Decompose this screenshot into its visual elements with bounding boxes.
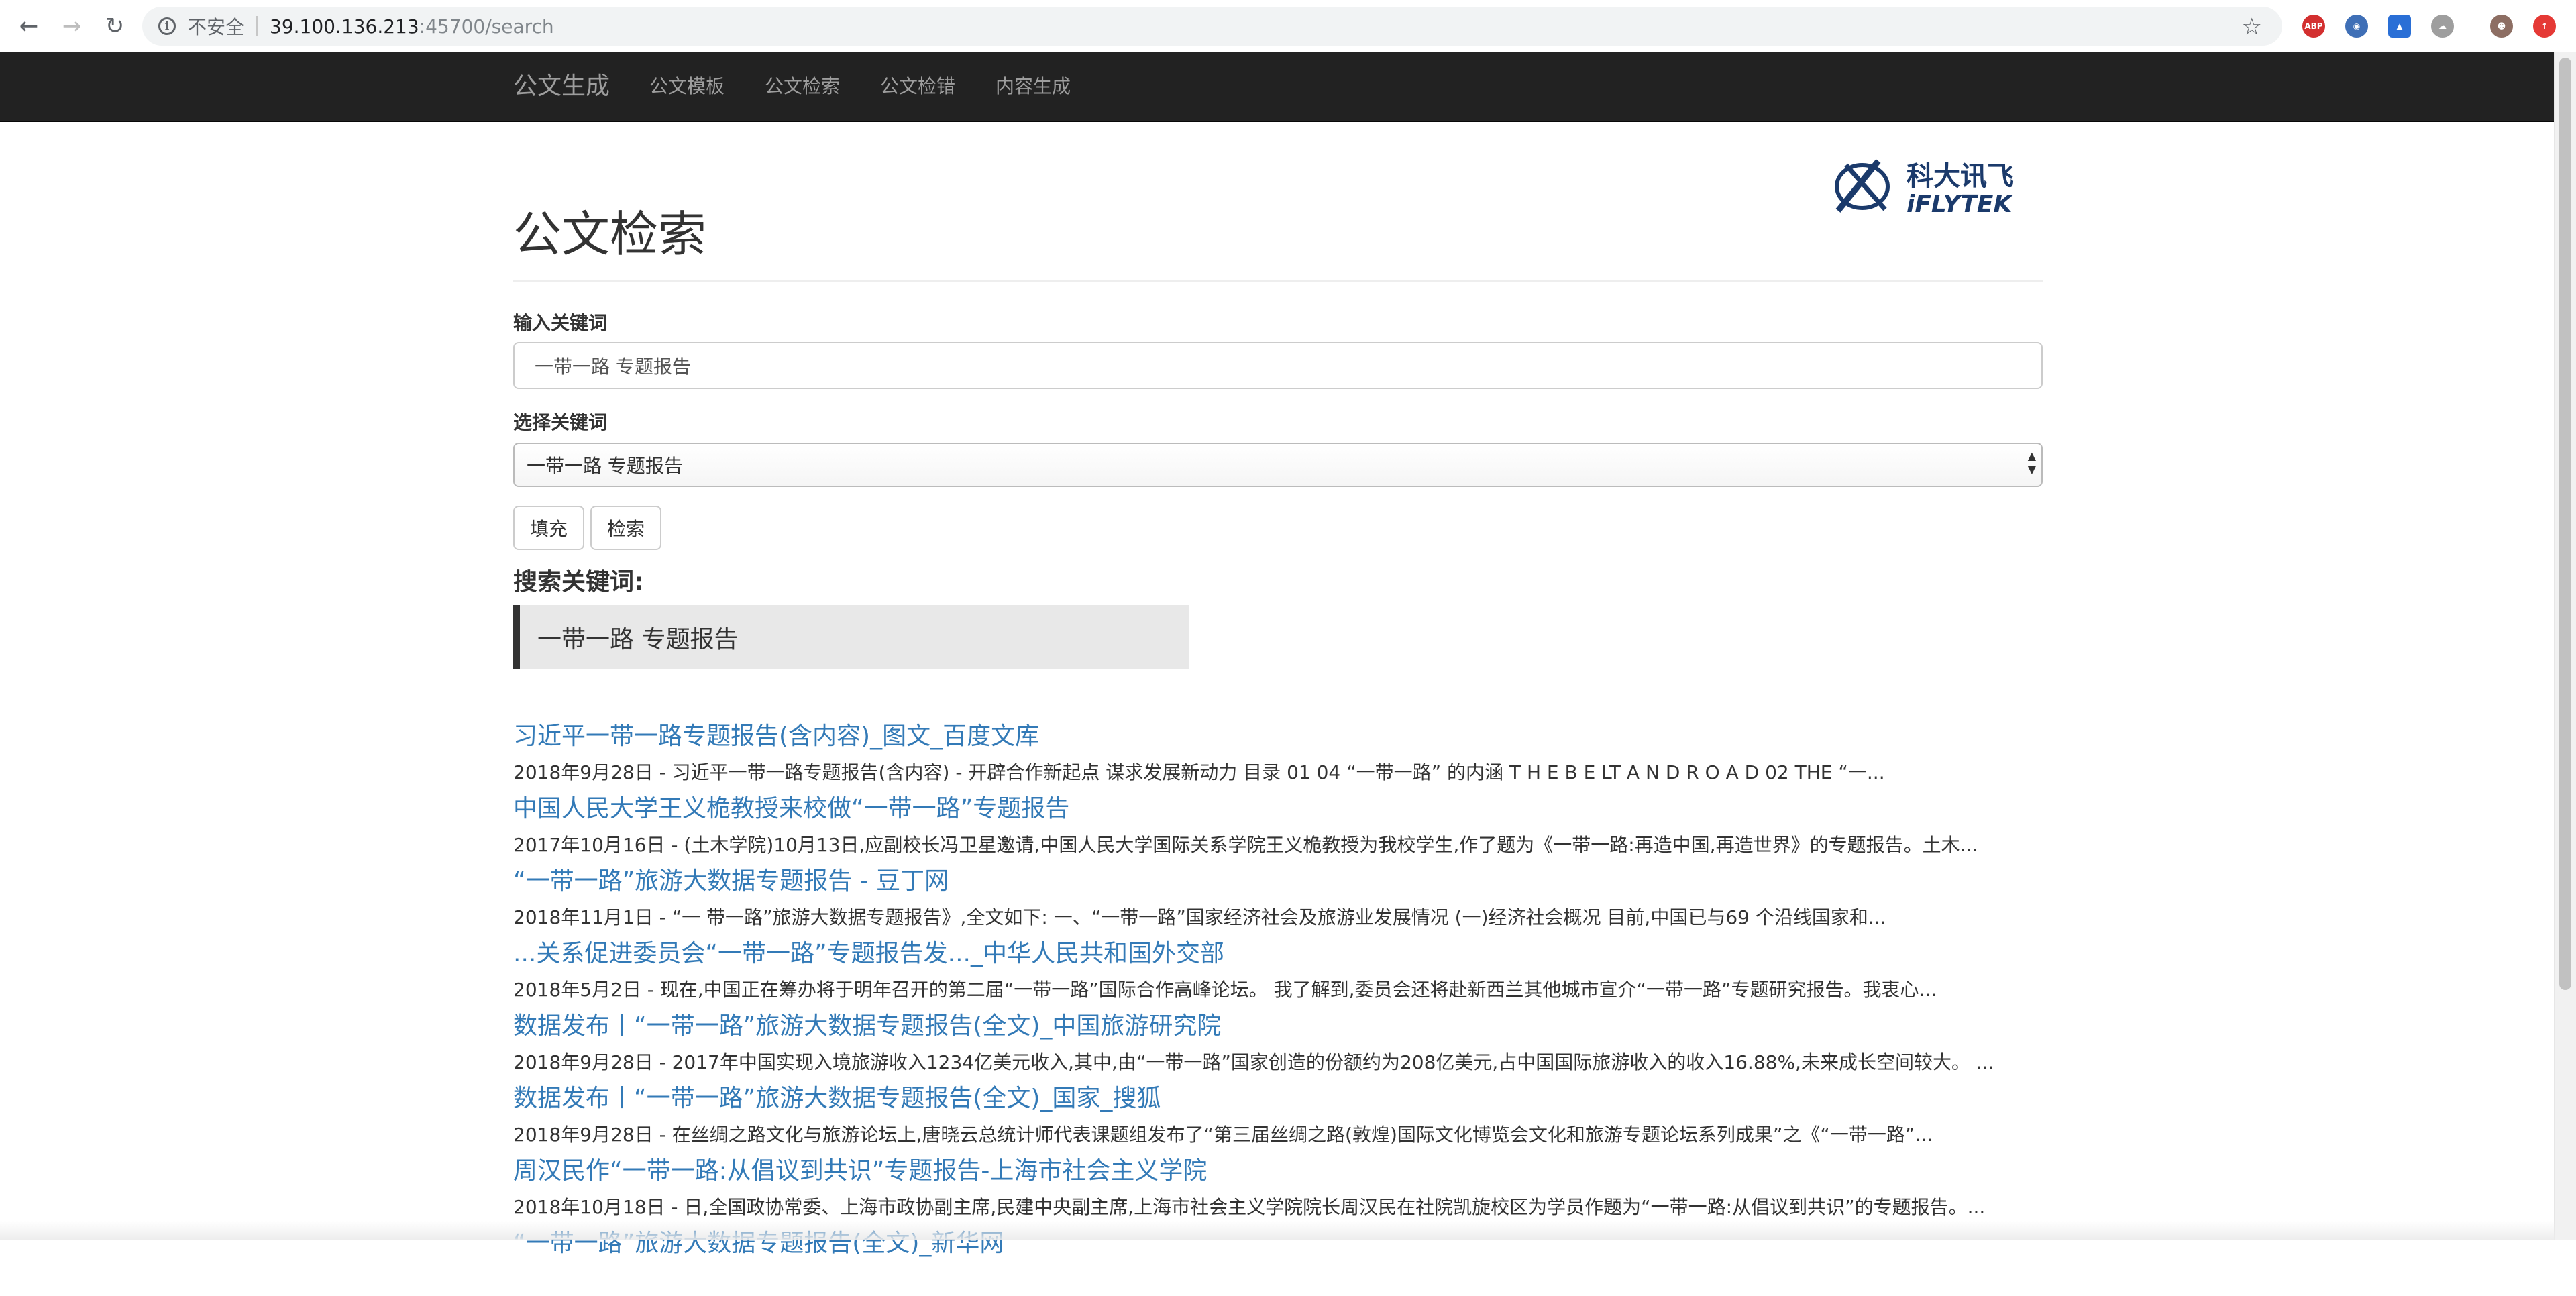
top-navbar: 公文生成 公文模板 公文检索 公文检错 内容生成	[0, 52, 2555, 122]
nav-link-templates[interactable]: 公文模板	[649, 52, 724, 121]
nav-link-search[interactable]: 公文检索	[765, 52, 840, 121]
result-snippet: 2018年10月18日 - 日,全国政协常委、上海市政协副主席,民建中央副主席,…	[513, 1196, 1986, 1218]
url-host: 39.100.136.213	[270, 15, 419, 38]
insecure-label: 不安全	[188, 16, 245, 38]
result-item: 中国人民大学王义桅教授来校做“一带一路”专题报告 2017年10月16日 - (…	[513, 789, 2056, 861]
result-item: “一带一路”旅游大数据专题报告 - 豆丁网 2018年11月1日 - “一 带一…	[513, 861, 2056, 934]
result-title-link[interactable]: 周汉民作“一带一路:从倡议到共识”专题报告-上海市社会主义学院	[513, 1151, 1207, 1186]
title-divider	[513, 280, 2043, 282]
logo-en-text: iFLYTEK	[1907, 191, 2014, 216]
adblock-extension-icon[interactable]: ABP	[2302, 15, 2325, 38]
address-separator	[256, 16, 258, 36]
keyword-input[interactable]	[513, 342, 2043, 389]
reload-icon[interactable]: ↻	[101, 12, 129, 40]
select-updown-icon: ▲ ▼	[2027, 449, 2036, 476]
result-item: 周汉民作“一带一路:从倡议到共识”专题报告-上海市社会主义学院 2018年10月…	[513, 1151, 2056, 1224]
bookmark-star-icon[interactable]: ☆	[2242, 13, 2262, 40]
result-snippet: 2018年9月28日 - 在丝绸之路文化与旅游论坛上,唐晓云总统计师代表课题组发…	[513, 1124, 1933, 1146]
keyword-select-value: 一带一路 专题报告	[527, 455, 683, 477]
result-item: ...关系促进委员会“一带一路”专题报告发..._中华人民共和国外交部 2018…	[513, 934, 2056, 1006]
url-path: :45700/search	[419, 15, 554, 38]
nav-link-proofread[interactable]: 公文检错	[880, 52, 955, 121]
graduation-cap-extension-icon[interactable]: ▲	[2388, 15, 2411, 38]
logo-cn-text: 科大讯飞	[1907, 161, 2014, 192]
navbar-brand[interactable]: 公文生成	[513, 52, 610, 121]
iflytek-logo: 科大讯飞 iFLYTEK	[1831, 156, 2043, 218]
nav-link-content-generation[interactable]: 内容生成	[996, 52, 1071, 121]
back-arrow-icon[interactable]: ←	[15, 12, 43, 40]
result-item: 习近平一带一路专题报告(含内容)_图文_百度文库 2018年9月28日 - 习近…	[513, 716, 2056, 789]
result-snippet: 2018年9月28日 - 习近平一带一路专题报告(含内容) - 开辟合作新起点 …	[513, 761, 1885, 784]
search-keyword-quote: 一带一路 专题报告	[513, 605, 1189, 669]
search-button[interactable]: 检索	[590, 506, 661, 550]
address-bar[interactable]: i 不安全 39.100.136.213:45700/search ☆	[142, 7, 2282, 46]
result-title-link[interactable]: “一带一路”旅游大数据专题报告 - 豆丁网	[513, 861, 949, 896]
cloud-extension-icon[interactable]: ☁	[2431, 15, 2454, 38]
keyword-input-label: 输入关键词	[513, 312, 608, 334]
update-alert-icon[interactable]: ↑	[2533, 15, 2556, 38]
result-snippet: 2018年11月1日 - “一 带一路”旅游大数据专题报告》,全文如下: 一、“…	[513, 906, 1886, 928]
viewport-bottom-shadow	[0, 1221, 2555, 1240]
profile-avatar[interactable]: ☻	[2490, 15, 2513, 38]
fill-button[interactable]: 填充	[513, 506, 584, 550]
result-snippet: 2018年9月28日 - 2017年中国实现入境旅游收入1234亿美元收入,其中…	[513, 1051, 1994, 1073]
info-icon[interactable]: i	[158, 17, 176, 35]
keyword-select-label: 选择关键词	[513, 411, 608, 433]
iflytek-logo-graphic: 科大讯飞 iFLYTEK	[1835, 159, 2014, 218]
result-item: 数据发布丨“一带一路”旅游大数据专题报告(全文)_国家_搜狐 2018年9月28…	[513, 1079, 2056, 1151]
result-snippet: 2018年5月2日 - 现在,中国正在筹办将于明年召开的第二届“一带一路”国际合…	[513, 979, 1937, 1001]
search-keyword-heading: 搜索关键词:	[513, 568, 644, 596]
result-title-link[interactable]: 习近平一带一路专题报告(含内容)_图文_百度文库	[513, 716, 1039, 751]
result-item: 数据发布丨“一带一路”旅游大数据专题报告(全文)_中国旅游研究院 2018年9月…	[513, 1006, 2056, 1079]
search-results: 习近平一带一路专题报告(含内容)_图文_百度文库 2018年9月28日 - 习近…	[513, 716, 2056, 1296]
forward-arrow-icon[interactable]: →	[58, 12, 86, 40]
translate-extension-icon[interactable]: ◉	[2345, 15, 2368, 38]
page-title: 公文检索	[513, 206, 707, 262]
result-title-link[interactable]: ...关系促进委员会“一带一路”专题报告发..._中华人民共和国外交部	[513, 934, 1224, 969]
scrollbar-thumb[interactable]	[2559, 58, 2571, 990]
browser-toolbar: ← → ↻ i 不安全 39.100.136.213:45700/search …	[0, 0, 2576, 53]
page-scrollbar[interactable]	[2554, 52, 2576, 1240]
result-title-link[interactable]: 数据发布丨“一带一路”旅游大数据专题报告(全文)_中国旅游研究院	[513, 1006, 1221, 1041]
result-snippet: 2017年10月16日 - (土木学院)10月13日,应副校长冯卫星邀请,中国人…	[513, 834, 1978, 856]
keyword-select[interactable]: 一带一路 专题报告 ▲ ▼	[513, 443, 2043, 487]
result-title-link[interactable]: 中国人民大学王义桅教授来校做“一带一路”专题报告	[513, 789, 1069, 824]
url-text[interactable]: 39.100.136.213:45700/search	[270, 15, 554, 38]
result-title-link[interactable]: 数据发布丨“一带一路”旅游大数据专题报告(全文)_国家_搜狐	[513, 1079, 1161, 1114]
